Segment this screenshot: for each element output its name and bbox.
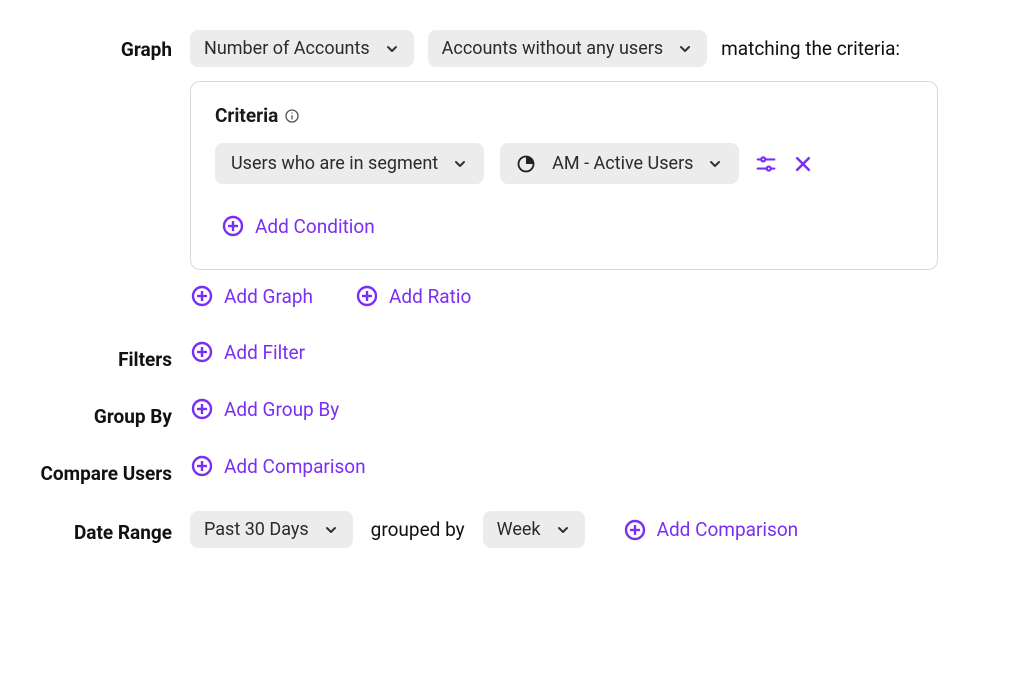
add-ratio-label: Add Ratio (389, 285, 471, 308)
add-condition-label: Add Condition (255, 215, 375, 238)
graph-label: Graph (30, 30, 190, 61)
adjust-settings-icon[interactable] (755, 153, 777, 175)
plus-circle-icon (190, 284, 214, 308)
condition-type-select[interactable]: Users who are in segment (215, 143, 484, 184)
info-icon[interactable] (284, 108, 300, 124)
chevron-down-icon (555, 522, 571, 538)
add-group-by-button[interactable]: Add Group By (190, 397, 994, 421)
segment-value: AM - Active Users (552, 153, 693, 174)
plus-circle-icon (190, 454, 214, 478)
add-date-comparison-button[interactable]: Add Comparison (623, 518, 799, 542)
add-ratio-button[interactable]: Add Ratio (355, 284, 471, 308)
add-date-comparison-label: Add Comparison (657, 518, 799, 541)
add-condition-button[interactable]: Add Condition (221, 214, 375, 238)
chevron-down-icon (707, 156, 723, 172)
granularity-value: Week (497, 519, 541, 540)
chevron-down-icon (323, 522, 339, 538)
chevron-down-icon (384, 41, 400, 57)
graph-suffix-text: matching the criteria: (721, 37, 900, 60)
granularity-select[interactable]: Week (483, 511, 585, 548)
grouped-by-text: grouped by (371, 518, 465, 541)
date-range-label: Date Range (30, 515, 190, 544)
plus-circle-icon (221, 214, 245, 238)
plus-circle-icon (190, 340, 214, 364)
date-range-select[interactable]: Past 30 Days (190, 511, 353, 548)
graph-metric-select[interactable]: Number of Accounts (190, 30, 414, 67)
add-comparison-users-button[interactable]: Add Comparison (190, 454, 994, 478)
chevron-down-icon (677, 41, 693, 57)
compare-users-label: Compare Users (30, 454, 190, 485)
criteria-container: Criteria Users who are in segment AM - (190, 81, 938, 270)
chevron-down-icon (452, 156, 468, 172)
add-filter-label: Add Filter (224, 341, 305, 364)
remove-condition-icon[interactable] (793, 154, 813, 174)
graph-scope-value: Accounts without any users (442, 38, 663, 59)
graph-metric-value: Number of Accounts (204, 38, 370, 59)
group-by-label: Group By (30, 397, 190, 428)
condition-type-value: Users who are in segment (231, 153, 438, 174)
plus-circle-icon (190, 397, 214, 421)
plus-circle-icon (623, 518, 647, 542)
segment-select[interactable]: AM - Active Users (500, 143, 739, 184)
plus-circle-icon (355, 284, 379, 308)
date-range-value: Past 30 Days (204, 519, 309, 540)
add-comparison-users-label: Add Comparison (224, 455, 366, 478)
filters-label: Filters (30, 340, 190, 371)
add-group-by-label: Add Group By (224, 398, 339, 421)
graph-scope-select[interactable]: Accounts without any users (428, 30, 707, 67)
add-filter-button[interactable]: Add Filter (190, 340, 994, 364)
criteria-heading: Criteria (215, 104, 278, 127)
add-graph-button[interactable]: Add Graph (190, 284, 313, 308)
add-graph-label: Add Graph (224, 285, 313, 308)
segment-icon (516, 154, 536, 174)
